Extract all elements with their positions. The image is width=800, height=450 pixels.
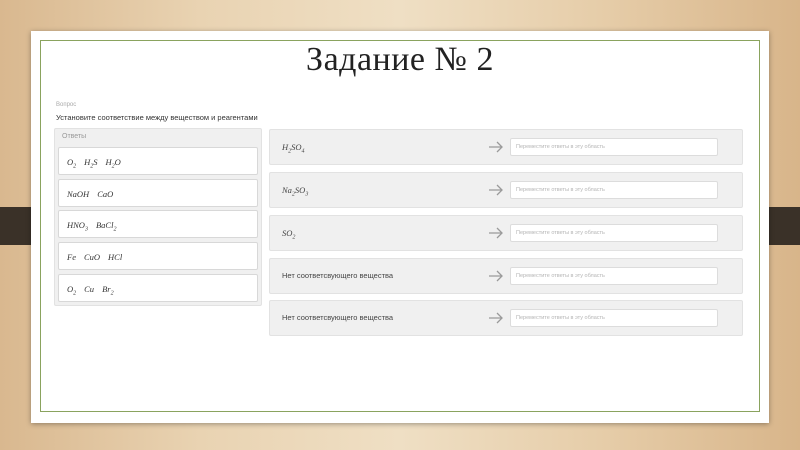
formula-text: CaO	[97, 189, 114, 199]
formula-subscript: 2	[292, 234, 296, 241]
drop-zone[interactable]: Переместите ответы в эту область	[510, 224, 718, 242]
formula-text: Na	[282, 185, 292, 195]
answer-card[interactable]: O2 Cu Br2	[58, 274, 258, 302]
slide: Задание № 2 Вопрос Установите соответств…	[31, 31, 769, 423]
formula-text: Cu	[84, 284, 95, 294]
target-substance-label: Нет соответсвующего вещества	[282, 271, 394, 280]
formula-text: SO	[282, 228, 293, 238]
target-substance-label: Нет соответсвующего вещества	[282, 313, 394, 322]
answer-card[interactable]: HNO3 BaCl2	[58, 210, 258, 238]
arrow-right-icon	[489, 270, 503, 282]
answers-panel: Ответы O2 H2S H2O NaOH CaO HNO3 BaCl2 Fe CuO HCl O…	[54, 128, 262, 306]
match-row: Нет соответсвующего вещества Переместите …	[269, 258, 743, 294]
formula-subscript: 2	[113, 226, 117, 233]
formula-subscript: 3	[305, 191, 309, 198]
answers-label: Ответы	[62, 133, 87, 140]
arrow-right-icon	[489, 312, 503, 324]
drop-zone[interactable]: Переместите ответы в эту область	[510, 138, 718, 156]
answer-card[interactable]: Fe CuO HCl	[58, 242, 258, 270]
formula-text: BaCl	[95, 220, 114, 230]
match-row: SO2 Переместите ответы в эту область	[269, 215, 743, 251]
answer-card[interactable]: NaOH CaO	[58, 179, 258, 207]
formula-subscript: 4	[301, 148, 305, 155]
formula-text: S	[93, 157, 98, 167]
formula-text: SO	[294, 185, 306, 195]
formula-text: HNO	[67, 220, 85, 230]
formula-text: CuO	[83, 252, 101, 262]
question-label: Вопрос	[56, 102, 77, 108]
target-substance-label: SO2	[282, 216, 295, 255]
question-text: Установите соответствие между веществом …	[56, 113, 258, 122]
formula-text: NaOH	[67, 189, 90, 199]
arrow-right-icon	[489, 227, 503, 239]
match-row: Na2SO3 Переместите ответы в эту область	[269, 172, 743, 208]
match-row: Нет соответсвующего вещества Переместите …	[269, 300, 743, 336]
formula-text: Br	[102, 284, 111, 294]
arrow-right-icon	[489, 141, 503, 153]
formula-text: HCl	[108, 252, 123, 262]
target-substance-label: H2SO4	[282, 130, 305, 169]
drop-zone[interactable]: Переместите ответы в эту область	[510, 267, 718, 285]
formula-text: Fe	[67, 252, 76, 262]
formula-text: O	[114, 157, 121, 167]
formula-subscript: 2	[73, 163, 77, 170]
answer-card[interactable]: O2 H2S H2O	[58, 147, 258, 175]
formula-subscript: 2	[110, 290, 114, 297]
drop-zone[interactable]: Переместите ответы в эту область	[510, 181, 718, 199]
target-substance-label: Na2SO3	[282, 173, 308, 212]
slide-title: Задание № 2	[306, 41, 494, 78]
arrow-right-icon	[489, 184, 503, 196]
formula-text: SO	[291, 142, 302, 152]
quiz-widget: Вопрос Установите соответствие между вещ…	[48, 95, 748, 336]
match-row: H2SO4 Переместите ответы в эту область	[269, 129, 743, 165]
formula-subscript: 3	[84, 226, 88, 233]
formula-subscript: 2	[73, 290, 77, 297]
drop-zone[interactable]: Переместите ответы в эту область	[510, 309, 718, 327]
